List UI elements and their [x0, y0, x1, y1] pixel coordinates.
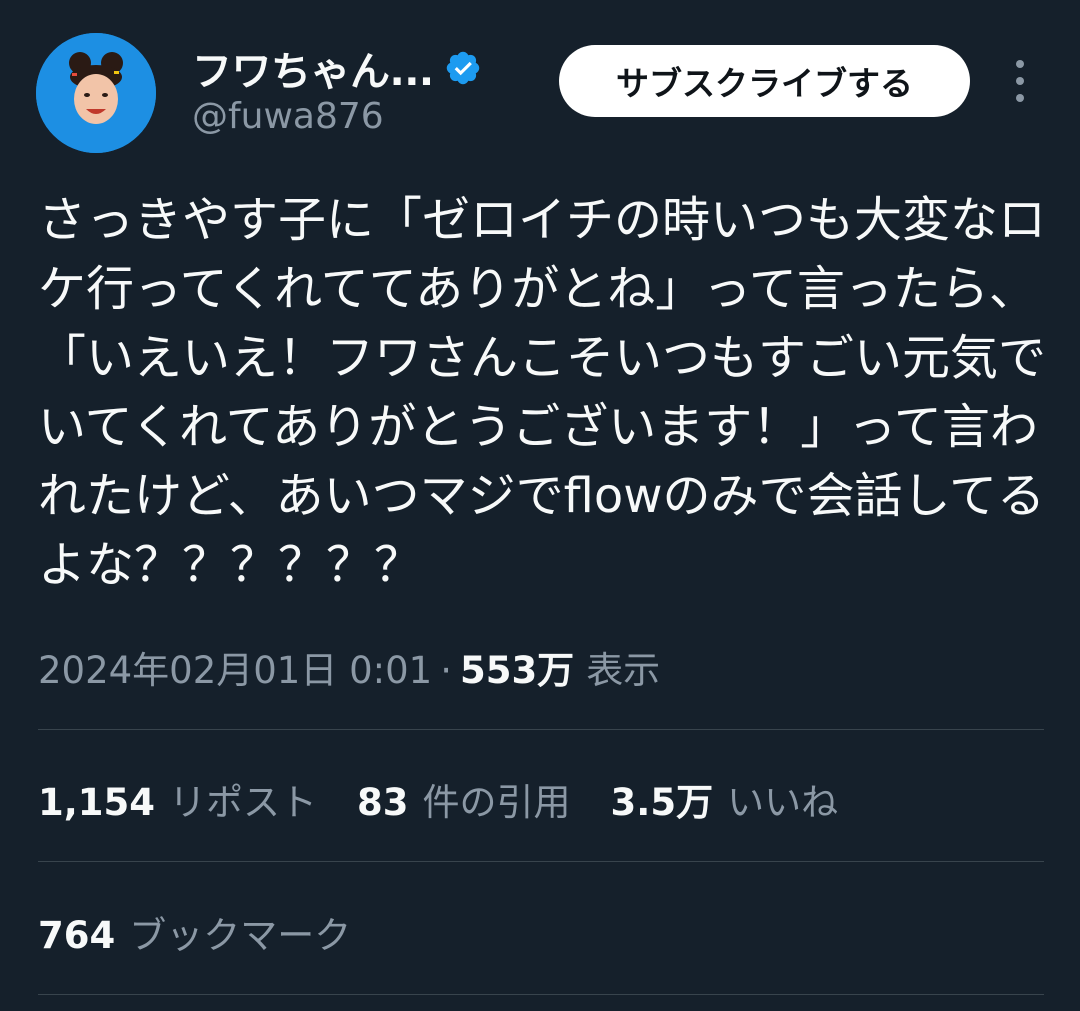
like-stat[interactable]: 3.5万 いいね — [611, 772, 839, 826]
more-options-icon[interactable] — [1004, 60, 1036, 102]
subscribe-button[interactable]: サブスクライブする — [559, 45, 970, 117]
bookmark-count: 764 — [38, 914, 116, 957]
like-count: 3.5万 — [610, 781, 714, 824]
tweet-header: フワちゃん... @fuwa876 サブスクライブする — [0, 0, 1080, 170]
repost-stat[interactable]: 1,154 リポスト — [38, 772, 317, 826]
repost-label: リポスト — [169, 781, 318, 824]
bookmark-stat[interactable]: 764 ブックマーク — [38, 905, 351, 959]
quote-count: 83 — [357, 781, 409, 824]
meta-separator: · — [440, 649, 452, 692]
tweet-text: さっきやす子に「ゼロイチの時いつも大変なロケ行ってくれててありがとね」って言った… — [38, 192, 1047, 593]
author-name-row[interactable]: フワちゃん... — [192, 40, 482, 96]
divider — [38, 994, 1044, 995]
tweet-timestamp[interactable]: 2024年02月01日 0:01 — [38, 640, 432, 694]
author-handle[interactable]: @fuwa876 — [192, 96, 384, 137]
more-dot — [1016, 77, 1024, 85]
tweet-meta: 2024年02月01日 0:01 · 553万 表示 — [38, 640, 660, 694]
like-label: いいね — [727, 781, 839, 824]
quote-stat[interactable]: 83 件の引用 — [357, 772, 571, 826]
display-name[interactable]: フワちゃん... — [192, 39, 434, 97]
divider — [38, 729, 1044, 730]
engagement-stats: 1,154 リポスト 83 件の引用 3.5万 いいね — [38, 772, 878, 826]
divider — [38, 861, 1044, 862]
verified-badge-icon — [444, 49, 482, 87]
repost-count: 1,154 — [38, 781, 156, 824]
more-dot — [1016, 94, 1024, 102]
bookmark-label: ブックマーク — [129, 914, 352, 957]
quote-label: 件の引用 — [422, 781, 571, 824]
profile-photo-icon — [36, 33, 156, 153]
avatar[interactable] — [36, 33, 156, 153]
more-dot — [1016, 60, 1024, 68]
views-count: 553万 — [459, 649, 575, 692]
views-label: 表示 — [586, 649, 661, 692]
